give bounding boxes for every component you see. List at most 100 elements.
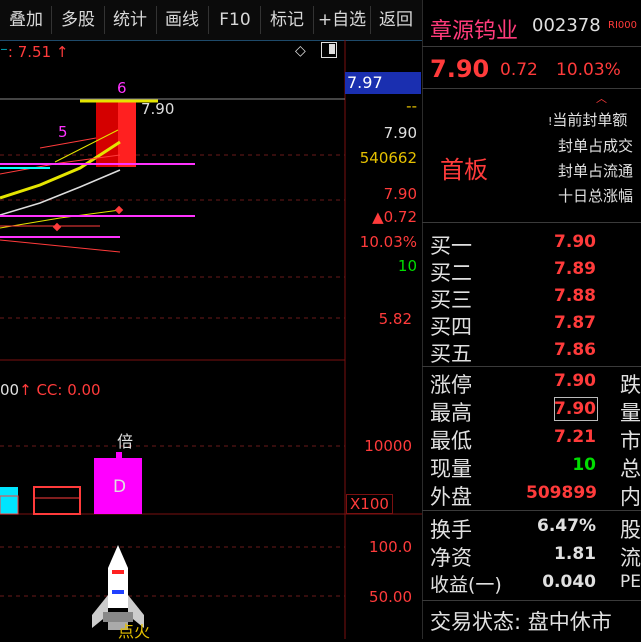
net-assets-label: 净资 xyxy=(430,546,472,570)
volume-value: 540662 xyxy=(359,149,417,167)
window-toggle-icon[interactable] xyxy=(321,42,337,58)
bid2-price[interactable]: 7.89 xyxy=(526,259,596,279)
axis-tick-label: 50.00 xyxy=(369,588,412,606)
wave-label: 6 xyxy=(117,79,127,97)
trend-line xyxy=(39,137,97,149)
up-arrow-icon: ↑ xyxy=(19,381,37,399)
outer-volume-value: 509899 xyxy=(526,483,597,503)
pe-label: PE xyxy=(620,572,641,592)
cc-prefix: 00 xyxy=(0,381,20,399)
toolbar-separator xyxy=(370,6,371,34)
signal-marker xyxy=(52,222,62,232)
seal-info: !当前封单额 封单占成交 封单占流通 十日总涨幅 xyxy=(548,108,633,209)
bid1-label: 买一 xyxy=(430,234,472,258)
top-indicator: ⁻: 7.51 ↑ xyxy=(0,43,69,61)
net-assets-value: 1.81 xyxy=(554,544,596,564)
bid3-label: 买三 xyxy=(430,288,472,312)
axis-tick-label: 10000 xyxy=(364,437,412,455)
multiple-label: 倍 xyxy=(117,432,134,451)
total-label: 总 xyxy=(620,457,641,481)
wave-label: 5 xyxy=(58,123,68,141)
candle-highlight xyxy=(118,101,136,167)
statistics-button[interactable]: 统计 xyxy=(108,8,152,32)
peak-price-label: 7.90 xyxy=(141,100,175,118)
volume-bar-highlight xyxy=(116,452,122,460)
f10-button[interactable]: F10 xyxy=(213,8,257,32)
overlay-button[interactable]: 叠加 xyxy=(4,8,48,32)
bid2-label: 买二 xyxy=(430,261,472,285)
low-value: 7.21 xyxy=(554,427,596,447)
ma-line-yellow-thin xyxy=(0,209,121,229)
divider xyxy=(422,510,641,511)
divider xyxy=(422,600,641,601)
volume-bar xyxy=(0,487,18,514)
cursor-price: 7.90 xyxy=(383,124,417,142)
bid1-price[interactable]: 7.90 xyxy=(526,232,596,252)
bid5-label: 买五 xyxy=(430,342,472,366)
diamond-icon[interactable]: ◇ xyxy=(295,43,306,59)
toolbar-separator xyxy=(208,6,209,34)
dash-label: -- xyxy=(406,97,417,115)
seal-line: 封单占流通 xyxy=(558,162,634,180)
current-volume: 10 xyxy=(397,257,417,275)
multi-stock-button[interactable]: 多股 xyxy=(56,8,100,32)
bid3-price[interactable]: 7.88 xyxy=(526,286,596,306)
back-button[interactable]: 返回 xyxy=(374,8,418,32)
pct-value: 10.03% xyxy=(359,233,417,251)
board-label: 首板 xyxy=(440,156,488,184)
volume-bar xyxy=(33,486,81,515)
bid4-price[interactable]: 7.87 xyxy=(526,313,596,333)
scale-label: X100 xyxy=(346,494,393,514)
toolbar-separator xyxy=(51,6,52,34)
add-favorite-button[interactable]: +自选 xyxy=(316,8,368,32)
indicator-prefix: ⁻ xyxy=(0,43,8,61)
cursor-price-box: 7.97 xyxy=(345,72,421,94)
seal-line: 封单占成交 xyxy=(558,137,634,155)
divider xyxy=(422,366,641,367)
limit-down-label: 跌 xyxy=(620,373,641,397)
turnover-value: 6.47% xyxy=(537,516,596,536)
axis-tick-label: 100.0 xyxy=(369,538,412,556)
toolbar-separator xyxy=(313,6,314,34)
toolbar-separator xyxy=(104,6,105,34)
bid4-label: 买四 xyxy=(430,315,472,339)
toolbar-separator xyxy=(260,6,261,34)
axis-tick-label: 5.82 xyxy=(378,310,412,328)
divider xyxy=(422,88,641,89)
ignite-label: 点火 xyxy=(118,622,151,641)
up-arrow-icon: ↑ xyxy=(51,43,69,61)
limit-up-label: 涨停 xyxy=(430,373,472,397)
limit-up-value: 7.90 xyxy=(554,371,596,391)
float-label: 流 xyxy=(620,546,641,570)
toolbar-separator xyxy=(156,6,157,34)
bid5-price[interactable]: 7.86 xyxy=(526,340,596,360)
inner-label: 内 xyxy=(620,485,641,509)
mark-button[interactable]: 标记 xyxy=(265,8,309,32)
divider xyxy=(422,222,641,223)
high-value: 7.90 xyxy=(554,399,596,419)
outer-volume-label: 外盘 xyxy=(430,485,472,509)
shares-label: 股 xyxy=(620,518,641,542)
eps-value: 0.040 xyxy=(542,572,596,592)
price-change: 0.72 xyxy=(500,60,538,80)
toolbar: 叠加 多股 统计 画线 F10 标记 +自选 返回 xyxy=(0,0,422,41)
collapse-icon[interactable]: ︿ xyxy=(596,90,607,106)
signal-marker xyxy=(114,205,124,215)
divider xyxy=(422,46,641,47)
price-change-pct: 10.03% xyxy=(556,60,621,80)
current-volume-value: 10 xyxy=(572,455,596,475)
trade-status: 交易状态: 盘中休市 xyxy=(430,610,612,634)
market-label: 市 xyxy=(620,429,641,453)
current-volume-label: 现量 xyxy=(430,457,472,481)
stock-name[interactable]: 章源钨业 xyxy=(430,13,518,45)
seal-line: 十日总涨幅 xyxy=(558,187,634,205)
price-value: 7.90 xyxy=(383,185,417,203)
indicator-value: : 7.51 xyxy=(7,43,52,61)
eps-label: 收益(一) xyxy=(430,574,502,596)
change-value: ▲0.72 xyxy=(372,208,417,226)
cc-value: CC: 0.00 xyxy=(36,381,101,399)
draw-line-button[interactable]: 画线 xyxy=(160,8,204,32)
cc-indicator: 00↑ CC: 0.00 xyxy=(0,381,101,399)
volume-label: 量 xyxy=(620,401,641,425)
high-label: 最高 xyxy=(430,401,472,425)
